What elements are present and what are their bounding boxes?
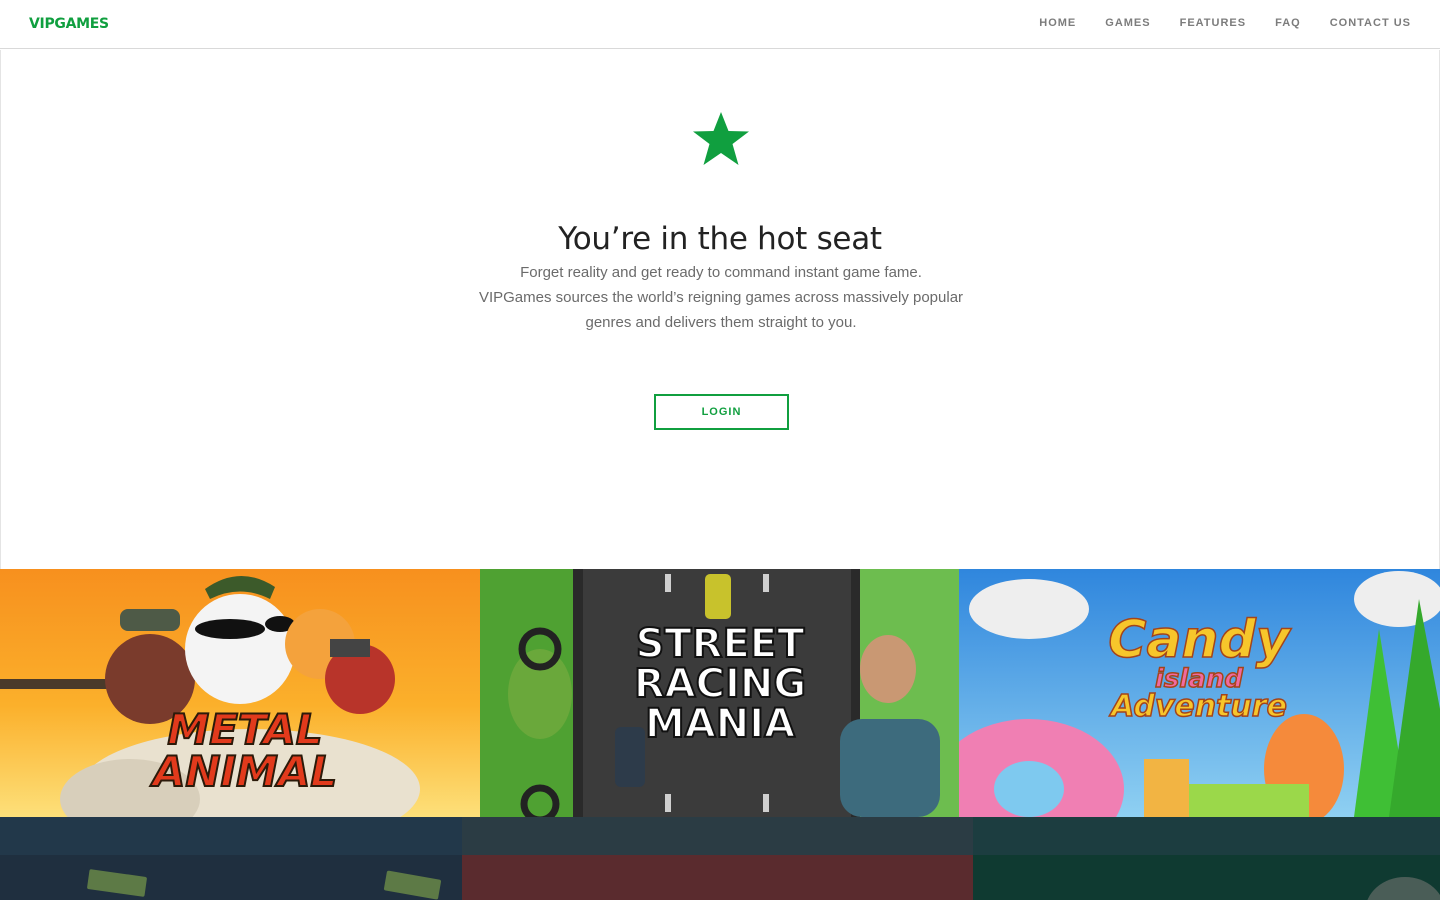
nav-contact-us[interactable]: CONTACT US: [1330, 17, 1411, 29]
metal-animal-title-line-1: METAL: [166, 705, 323, 754]
hero-line-2: VIPGames sources the world’s reigning ga…: [478, 289, 964, 306]
hero-description: Forget reality and get ready to command …: [471, 260, 971, 335]
street-racing-title-line-1: STREET: [635, 621, 806, 667]
game-tile-candy-island-adventure[interactable]: Candy island Adventure: [959, 569, 1440, 817]
nav-home[interactable]: HOME: [1039, 17, 1076, 29]
metal-animal-title-line-2: ANIMAL: [152, 747, 338, 796]
main-nav: HOME GAMES FEATURES FAQ CONTACT US: [1039, 17, 1411, 29]
game-tile-metal-animal[interactable]: METAL ANIMAL: [0, 569, 480, 817]
login-button[interactable]: LOGIN: [654, 394, 789, 430]
candy-title-line-3: Adventure: [1110, 689, 1287, 724]
nav-faq[interactable]: FAQ: [1275, 17, 1301, 29]
game-tiles-row-2: [0, 817, 1440, 905]
game-tiles-row-2-artwork: [0, 817, 1440, 905]
game-tile-street-racing-mania[interactable]: STREET RACING MANIA: [480, 569, 959, 817]
star-icon: [693, 112, 749, 165]
candy-title-line-1: Candy: [1108, 610, 1291, 670]
site-header: VIPGAMES HOME GAMES FEATURES FAQ CONTACT…: [0, 0, 1440, 49]
hero-section: You’re in the hot seat Forget reality an…: [0, 50, 1440, 569]
street-racing-title-line-3: MANIA: [644, 701, 796, 747]
street-racing-title-line-2: RACING: [633, 661, 807, 707]
nav-features[interactable]: FEATURES: [1180, 17, 1246, 29]
nav-games[interactable]: GAMES: [1105, 17, 1150, 29]
logo[interactable]: VIPGAMES: [29, 16, 109, 32]
hero-line-1: Forget reality and get ready to command …: [520, 264, 922, 281]
hero-title: You’re in the hot seat: [558, 220, 882, 257]
hero-line-3: genres and delivers them straight to you…: [585, 314, 857, 331]
